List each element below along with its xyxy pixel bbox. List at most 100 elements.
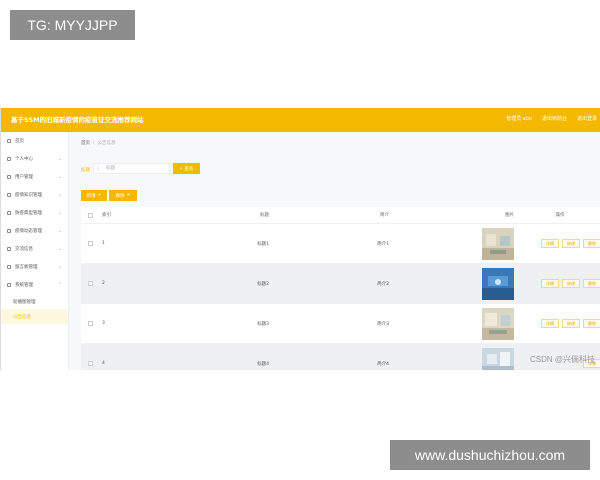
sidebar-item-system[interactable]: 系统管理 ⌃: [1, 276, 68, 294]
detail-label: 详情: [546, 240, 554, 246]
breadcrumb: 首页 / 公告信息: [81, 140, 116, 146]
table-row: 3 标题3 简介3 详情 修改 删除: [81, 303, 600, 343]
shield-icon: [7, 211, 11, 215]
search-input[interactable]: ⌕ 标题: [93, 163, 171, 174]
front-link[interactable]: 退出到前台: [542, 115, 567, 122]
search-button-label: 查询: [184, 166, 194, 172]
row-delete-button[interactable]: 删除: [583, 319, 600, 328]
delete-button[interactable]: 删除 ✕: [109, 190, 137, 201]
delete-button-label: 删除: [115, 193, 125, 199]
chevron-up-icon: ⌃: [57, 282, 62, 288]
table-row: 4 标题4 简介4 详情: [81, 343, 600, 370]
sidebar-subitem-notice[interactable]: 公告信息: [1, 309, 68, 324]
chevron-down-icon: ⌄: [57, 228, 62, 234]
gear-icon: [7, 283, 11, 287]
sidebar-item-exchange[interactable]: 交流信息 ⌄: [1, 240, 68, 258]
trash-icon: ✕: [126, 193, 131, 198]
chat-icon: [7, 247, 11, 251]
sidebar-item-users[interactable]: 用户管理 ⌄: [1, 168, 68, 186]
site-title: 基于SSM的旧城新疫情的疫苗证交流推荐网站: [11, 116, 144, 124]
row-delete-label: 删除: [588, 320, 596, 326]
sidebar-item-label: 首页: [15, 139, 24, 144]
sidebar-item-typical[interactable]: 防疫典型管理 ⌄: [1, 204, 68, 222]
header-index[interactable]: 索引: [99, 212, 149, 218]
sidebar-item-messages[interactable]: 留言板管理 ⌄: [1, 258, 68, 276]
row-thumbnail[interactable]: [482, 307, 514, 340]
user-icon: [7, 157, 11, 161]
breadcrumb-current: 公告信息: [97, 141, 116, 146]
header-intro[interactable]: 简介: [279, 212, 399, 218]
detail-label: 详情: [546, 280, 554, 286]
home-icon: [7, 139, 11, 143]
breadcrumb-separator: /: [93, 141, 95, 146]
row-index: 4: [102, 361, 105, 366]
select-all-checkbox[interactable]: [87, 212, 93, 218]
edit-button[interactable]: 修改: [562, 279, 580, 288]
table-row: 2 标题2 简介2 详情 修改 删除: [81, 263, 600, 303]
top-links: 管理员 abo 退出到前台 退出登录: [506, 115, 597, 122]
row-delete-button[interactable]: 删除: [583, 279, 600, 288]
row-title: 标题4: [257, 361, 269, 367]
header-title[interactable]: 标题: [149, 212, 279, 218]
sidebar-item-label: 疫情动态管理: [15, 229, 42, 234]
chevron-down-icon: ⌄: [57, 156, 62, 162]
row-thumbnail[interactable]: [482, 347, 514, 371]
message-icon: [7, 265, 11, 269]
sidebar-item-profile[interactable]: 个人中心 ⌄: [1, 150, 68, 168]
row-thumbnail[interactable]: [482, 267, 514, 300]
row-checkbox[interactable]: [87, 361, 93, 366]
row-index: 3: [102, 321, 105, 326]
row-checkbox[interactable]: [87, 241, 93, 246]
sidebar-item-knowledge[interactable]: 疫情知识管理 ⌄: [1, 186, 68, 204]
admin-link[interactable]: 管理员 abo: [506, 115, 532, 122]
row-thumbnail[interactable]: [482, 227, 514, 260]
row-intro: 简介1: [377, 241, 389, 247]
sidebar-item-label: 交流信息: [15, 247, 33, 252]
sidebar-item-label: 系统管理: [15, 283, 33, 288]
search-button-icon: ⌕: [179, 166, 183, 172]
sidebar-item-label: 疫情知识管理: [15, 193, 42, 198]
main-content: 首页 / 公告信息 标题 ⌕ 标题 ⌕ 查询 新增 + 删除 ✕ 索引 标题 简介 图片 …: [69, 132, 600, 370]
edit-label: 修改: [567, 320, 575, 326]
breadcrumb-home[interactable]: 首页: [81, 141, 90, 146]
row-delete-label: 删除: [588, 280, 596, 286]
sidebar-subitem-carousel[interactable]: 轮播图管理: [1, 294, 68, 309]
chevron-down-icon: ⌄: [57, 246, 62, 252]
row-intro: 简介3: [377, 321, 389, 327]
search-button[interactable]: ⌕ 查询: [173, 163, 200, 174]
watermark-bottom: www.dushuchizhou.com: [390, 440, 590, 470]
detail-button[interactable]: 详情: [541, 319, 559, 328]
row-checkbox[interactable]: [87, 281, 93, 286]
table-header: 索引 标题 简介 图片 操作: [81, 207, 600, 223]
row-checkbox[interactable]: [87, 321, 93, 326]
book-icon: [7, 193, 11, 197]
row-delete-button[interactable]: 删除: [583, 239, 600, 248]
sidebar-item-news[interactable]: 疫情动态管理 ⌄: [1, 222, 68, 240]
sidebar-item-label: 用户管理: [15, 175, 33, 180]
row-title: 标题2: [257, 281, 269, 287]
row-index: 1: [102, 241, 105, 246]
edit-label: 修改: [567, 240, 575, 246]
chart-icon: [7, 229, 11, 233]
sidebar-item-label: 防疫典型管理: [15, 211, 42, 216]
logout-link[interactable]: 退出登录: [577, 115, 597, 122]
users-icon: [7, 175, 11, 179]
detail-button[interactable]: 详情: [541, 239, 559, 248]
chevron-down-icon: ⌄: [57, 192, 62, 198]
watermark-top: TG: MYYJJPP: [10, 10, 135, 40]
notice-table: 索引 标题 简介 图片 操作 1 标题1 简介1 详情 修改 删除 2 标题2 …: [81, 207, 600, 370]
sidebar-item-home[interactable]: 首页: [1, 132, 68, 150]
chevron-down-icon: ⌄: [57, 264, 62, 270]
add-button[interactable]: 新增 +: [81, 190, 107, 201]
app-window: 基于SSM的旧城新疫情的疫苗证交流推荐网站 管理员 abo 退出到前台 退出登录…: [0, 108, 600, 370]
edit-button[interactable]: 修改: [562, 239, 580, 248]
table-row: 1 标题1 简介1 详情 修改 删除: [81, 223, 600, 263]
edit-button[interactable]: 修改: [562, 319, 580, 328]
top-bar: 基于SSM的旧城新疫情的疫苗证交流推荐网站 管理员 abo 退出到前台 退出登录: [1, 108, 600, 132]
chevron-down-icon: ⌄: [57, 210, 62, 216]
row-index: 2: [102, 281, 105, 286]
row-intro: 简介4: [377, 361, 389, 367]
row-delete-label: 删除: [588, 240, 596, 246]
detail-button[interactable]: 详情: [541, 279, 559, 288]
sidebar-item-label: 留言板管理: [15, 265, 38, 270]
